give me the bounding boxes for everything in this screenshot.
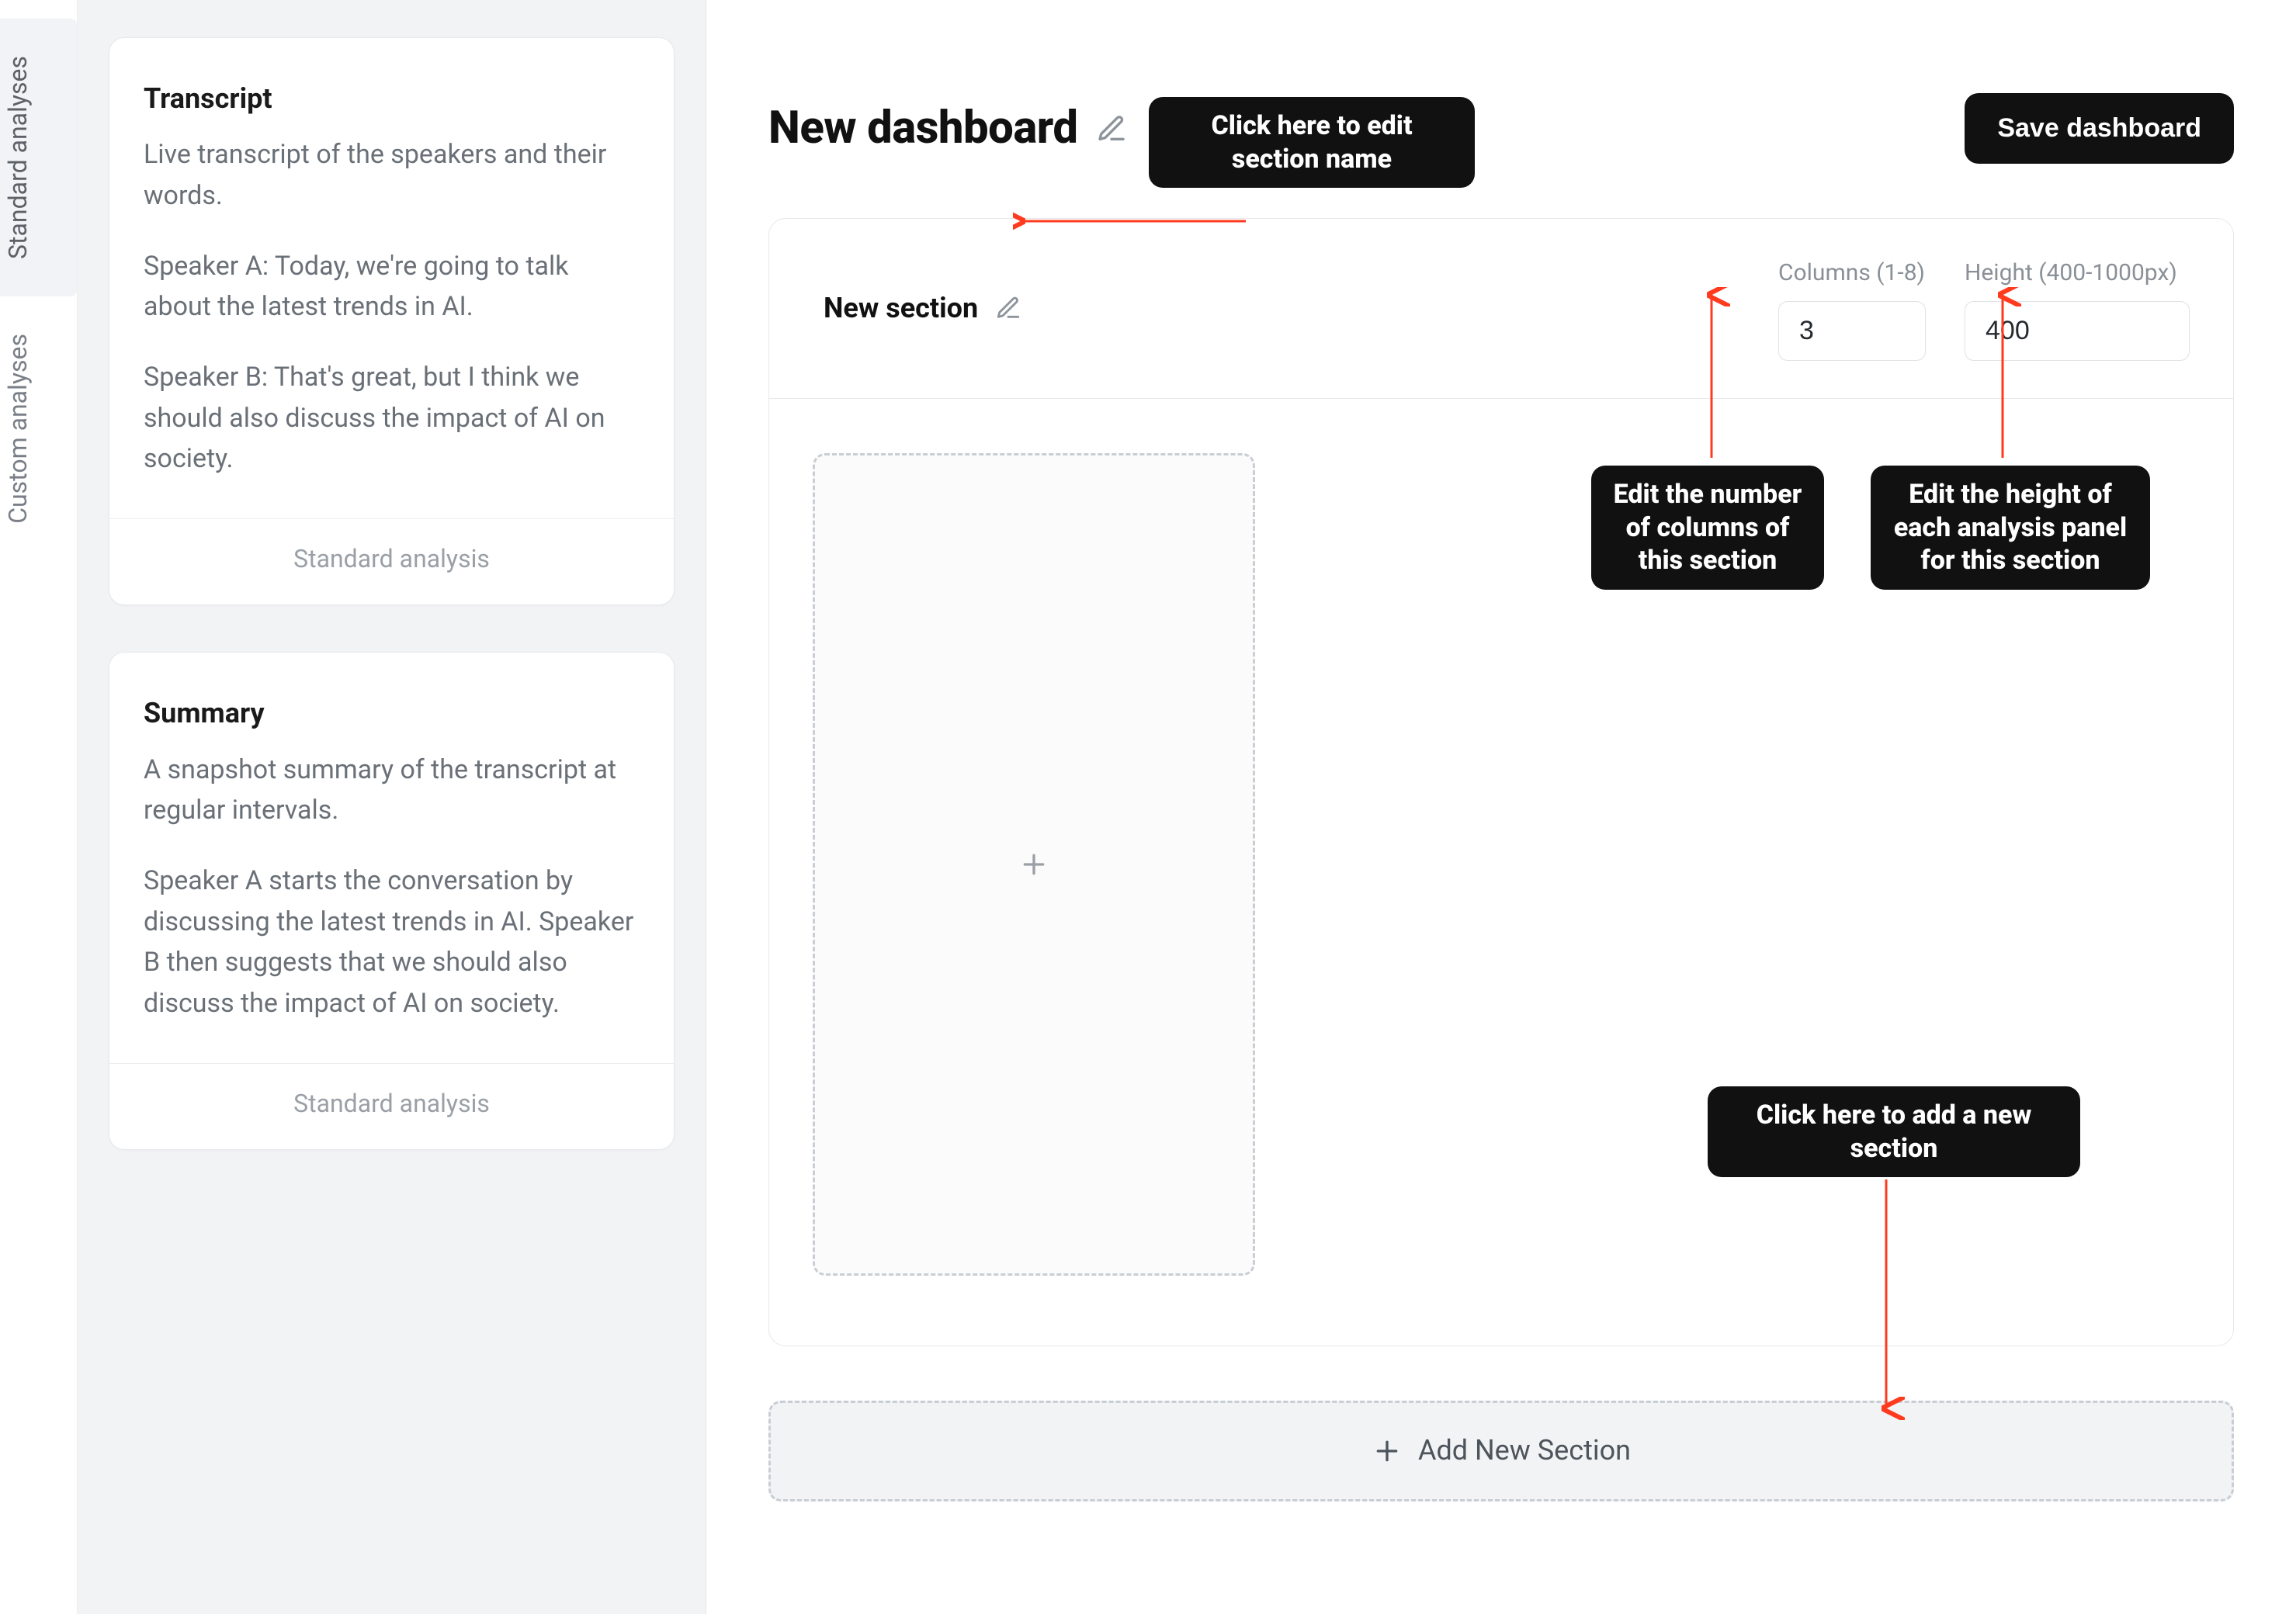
section-controls: Columns (1-8) Height (400-1000px) <box>1778 256 2190 361</box>
edit-section-name-button[interactable] <box>995 295 1021 321</box>
analysis-card-title: Summary <box>144 693 640 733</box>
section-name-wrap: New section <box>824 288 1747 328</box>
app-root: Standard analyses Custom analyses Transc… <box>0 0 2296 1614</box>
analysis-card-footer: Standard analysis <box>109 1063 674 1121</box>
analysis-card-body: Speaker A: Today, we're going to talk ab… <box>144 246 640 480</box>
edit-dashboard-title-button[interactable] <box>1096 113 1127 144</box>
dashboard-title-wrap: New dashboard <box>768 95 1127 161</box>
analyses-tab-rail: Standard analyses Custom analyses <box>0 0 78 1614</box>
summary-paragraph: Speaker A starts the conversation by dis… <box>144 861 640 1024</box>
add-new-section-label: Add New Section <box>1418 1430 1631 1470</box>
transcript-line: Speaker A: Today, we're going to talk ab… <box>144 246 640 327</box>
columns-input[interactable] <box>1778 301 1926 361</box>
transcript-line: Speaker B: That's great, but I think we … <box>144 357 640 480</box>
analysis-card-footer: Standard analysis <box>109 518 674 577</box>
section-name: New section <box>824 288 978 328</box>
columns-field: Columns (1-8) <box>1778 256 1926 361</box>
analysis-card-desc: Live transcript of the speakers and thei… <box>144 134 640 216</box>
analysis-card-title: Transcript <box>144 78 640 119</box>
dashboard-header: New dashboard Save dashboard <box>768 93 2234 164</box>
pencil-icon <box>995 295 1021 321</box>
plus-icon <box>1372 1436 1403 1467</box>
height-label: Height (400-1000px) <box>1965 256 2190 290</box>
section-body <box>769 399 2233 1346</box>
analyses-sidebar: Transcript Live transcript of the speake… <box>78 0 706 1614</box>
add-new-section-button[interactable]: Add New Section <box>768 1401 2234 1501</box>
analysis-card-body: Speaker A starts the conversation by dis… <box>144 861 640 1024</box>
save-dashboard-button[interactable]: Save dashboard <box>1965 93 2234 164</box>
analysis-card-desc: A snapshot summary of the transcript at … <box>144 750 640 831</box>
height-field: Height (400-1000px) <box>1965 256 2190 361</box>
dashboard-title: New dashboard <box>768 95 1077 161</box>
dashboard-editor: New dashboard Save dashboard New section <box>706 0 2296 1614</box>
dashboard-section: New section Columns (1-8) Height (400-10… <box>768 218 2234 1346</box>
analysis-card-transcript[interactable]: Transcript Live transcript of the speake… <box>109 37 675 605</box>
pencil-icon <box>1096 113 1127 144</box>
tab-standard-analyses[interactable]: Standard analyses <box>0 19 77 296</box>
columns-label: Columns (1-8) <box>1778 256 1926 290</box>
tab-custom-analyses[interactable]: Custom analyses <box>0 296 77 561</box>
add-panel-slot[interactable] <box>813 453 1255 1276</box>
height-input[interactable] <box>1965 301 2190 361</box>
section-header: New section Columns (1-8) Height (400-10… <box>769 219 2233 399</box>
plus-icon <box>1018 849 1049 880</box>
analysis-card-summary[interactable]: Summary A snapshot summary of the transc… <box>109 652 675 1150</box>
